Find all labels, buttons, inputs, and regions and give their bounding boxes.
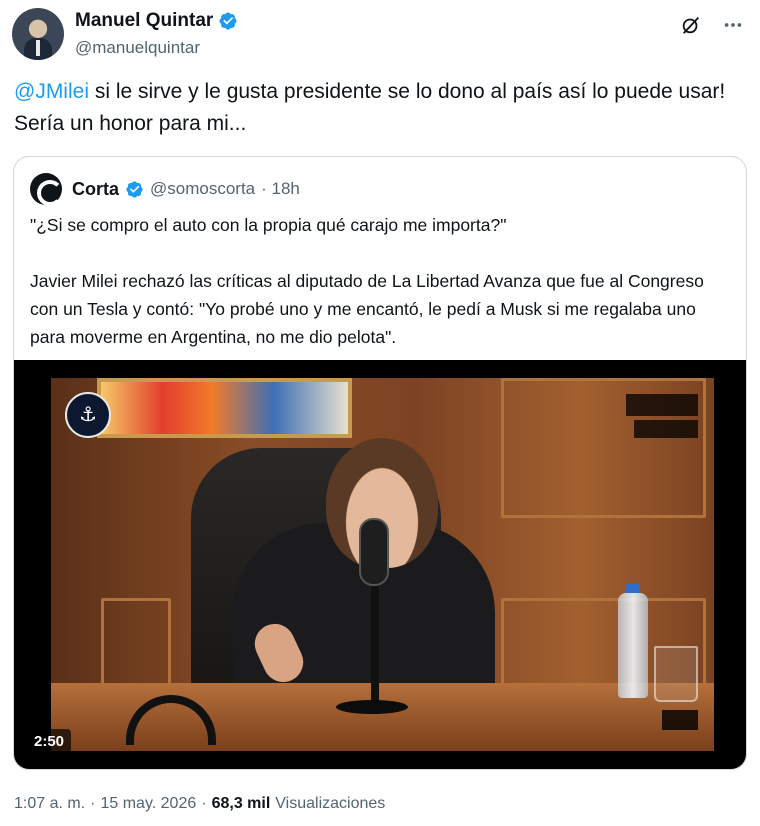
avatar-tie [36, 40, 40, 56]
corta-logo-icon[interactable] [30, 173, 63, 206]
verified-badge-icon[interactable] [218, 11, 238, 31]
video-player[interactable]: 2:50 [14, 360, 746, 769]
quoted-tweet[interactable]: Corta @somoscorta · 18h "¿Si se compro e… [13, 156, 747, 770]
quoted-header: Corta @somoscorta · 18h [30, 173, 300, 206]
tweet-time[interactable]: 1:07 a. m. [14, 795, 85, 813]
tweet-body: si le sirve y le gusta presidente se lo … [14, 80, 726, 135]
quoted-time[interactable]: · 18h [261, 179, 300, 199]
author-handle[interactable]: @manuelquintar [75, 38, 200, 58]
channel-seal-icon [65, 392, 111, 438]
author-name-row: Manuel Quintar [75, 10, 238, 32]
meta-separator: · [201, 795, 207, 812]
video-thumbnail [51, 378, 714, 751]
corner-watermark [662, 710, 698, 730]
tweet-meta: 1:07 a. m. · 15 may. 2026 · 68,3 mil Vis… [14, 795, 385, 813]
tweet-header: Manuel Quintar @manuelquintar [12, 8, 748, 62]
tweet-date[interactable]: 15 may. 2026 [100, 795, 196, 813]
views-label: Visualizaciones [275, 795, 386, 812]
author-display-name[interactable]: Manuel Quintar [75, 10, 213, 32]
water-bottle [618, 593, 648, 698]
header-actions [680, 14, 744, 36]
video-duration: 2:50 [27, 729, 72, 755]
painting [97, 378, 352, 438]
microphone [359, 518, 389, 586]
quoted-display-name[interactable]: Corta [72, 179, 119, 200]
quoted-text: "¿Si se compro el auto con la propia qué… [30, 215, 704, 347]
mention-link[interactable]: @JMilei [14, 80, 89, 103]
phone-watermark [634, 420, 698, 438]
mic-stand [371, 578, 379, 708]
quoted-handle[interactable]: @somoscorta [150, 179, 255, 199]
mic-base [336, 700, 408, 714]
author-avatar[interactable] [12, 8, 64, 60]
stream-watermark [626, 394, 698, 416]
view-count: 68,3 mil [211, 795, 271, 812]
more-icon[interactable] [722, 14, 744, 36]
meta-separator: · [90, 795, 96, 812]
tweet-text: @JMilei si le sirve y le gusta president… [14, 76, 744, 140]
wood-panel [101, 598, 171, 688]
grok-icon[interactable] [680, 14, 702, 36]
verified-badge-icon [126, 180, 143, 198]
glass [654, 646, 698, 702]
